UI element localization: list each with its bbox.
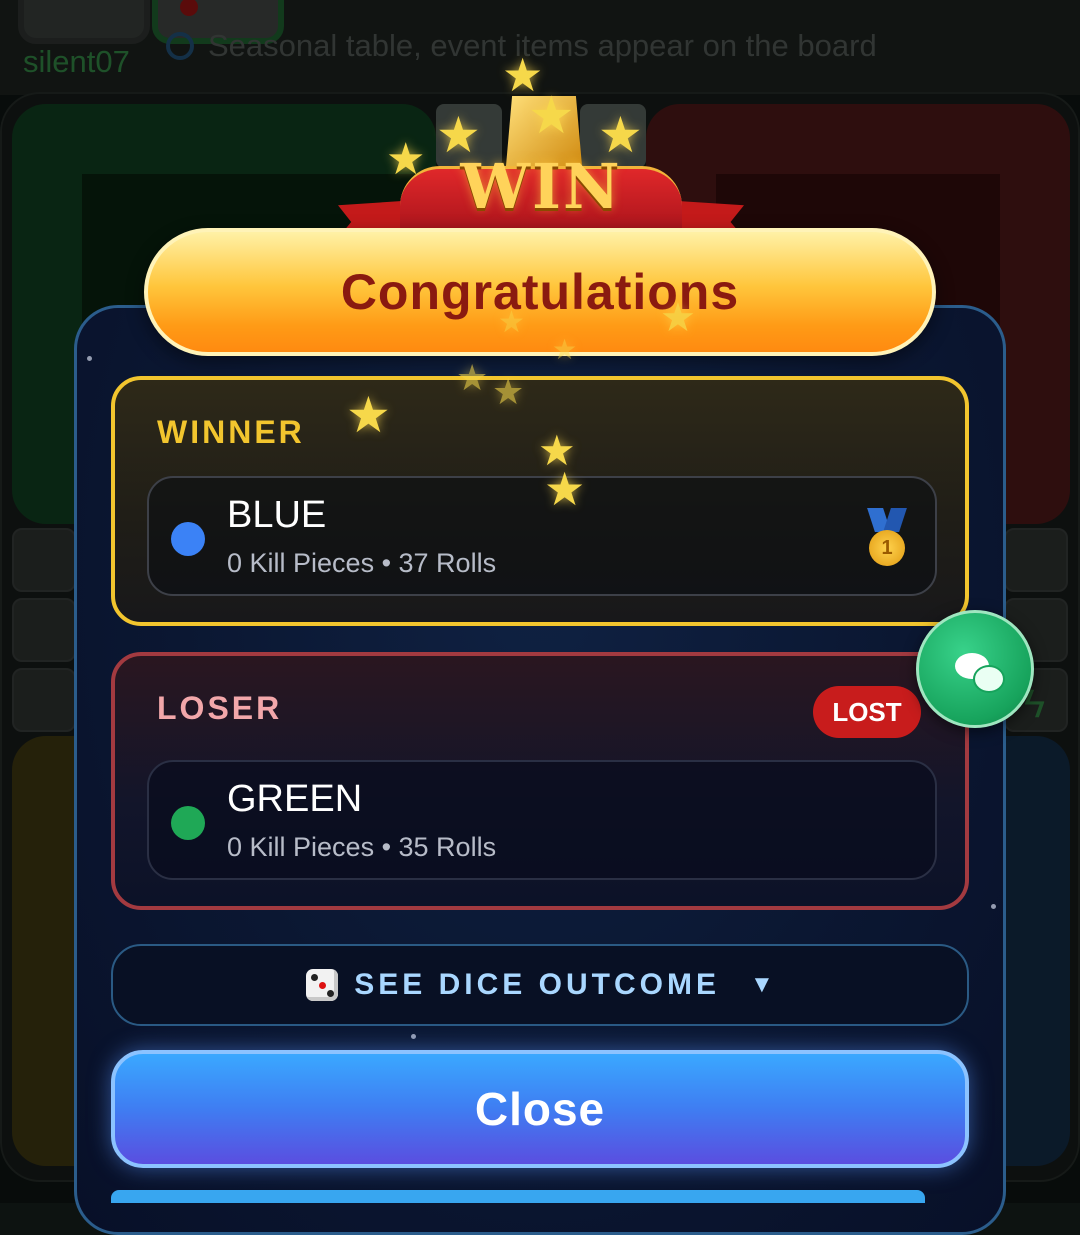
star-icon: ★ [660,296,696,340]
winner-player-name: BLUE [227,494,327,536]
loser-player-name: GREEN [227,778,363,820]
close-button[interactable]: Close [111,1050,969,1168]
next-button-edge[interactable] [111,1190,925,1203]
congratulations-header: Congratulations [144,228,936,356]
chat-bubble-secondary [973,665,1005,693]
winner-section-label: WINNER [157,414,305,450]
see-dice-outcome-button[interactable]: SEE DICE OUTCOME ▼ [111,944,969,1026]
star-icon: ★ [544,463,586,515]
loser-player-row: GREEN 0 Kill Pieces • 35 Rolls [147,760,937,880]
star-icon: ★ [492,371,525,412]
winner-player-row: BLUE 0 Kill Pieces • 37 Rolls 1 [147,476,937,596]
lost-badge: LOST [813,686,921,738]
blue-player-dot [171,522,205,556]
star-icon: ★ [346,387,391,443]
star-icon: ★ [552,334,578,365]
winner-player-stats: 0 Kill Pieces • 37 Rolls [227,548,497,578]
winner-card: WINNER BLUE 0 Kill Pieces • 37 Rolls 1 [111,376,969,626]
star-icon: ★ [498,306,525,339]
loser-player-stats: 0 Kill Pieces • 35 Rolls [227,832,497,862]
gold-medal-icon: 1 [867,508,907,566]
star-icon: ★ [456,357,489,398]
chevron-down-icon: ▼ [749,971,774,998]
star-icon: ★ [598,107,643,163]
green-player-dot [171,806,205,840]
loser-card: LOSER LOST GREEN 0 Kill Pieces • 35 Roll… [111,652,969,910]
star-icon: ★ [386,135,426,184]
star-icon: ★ [528,87,575,145]
see-dice-outcome-label: SEE DICE OUTCOME [354,968,720,1001]
medal-number: 1 [869,530,905,566]
close-button-label: Close [474,1083,606,1135]
dice-icon [306,969,339,1001]
loser-section-label: LOSER [157,690,283,726]
star-icon: ★ [436,107,481,163]
chat-button[interactable] [916,610,1034,728]
